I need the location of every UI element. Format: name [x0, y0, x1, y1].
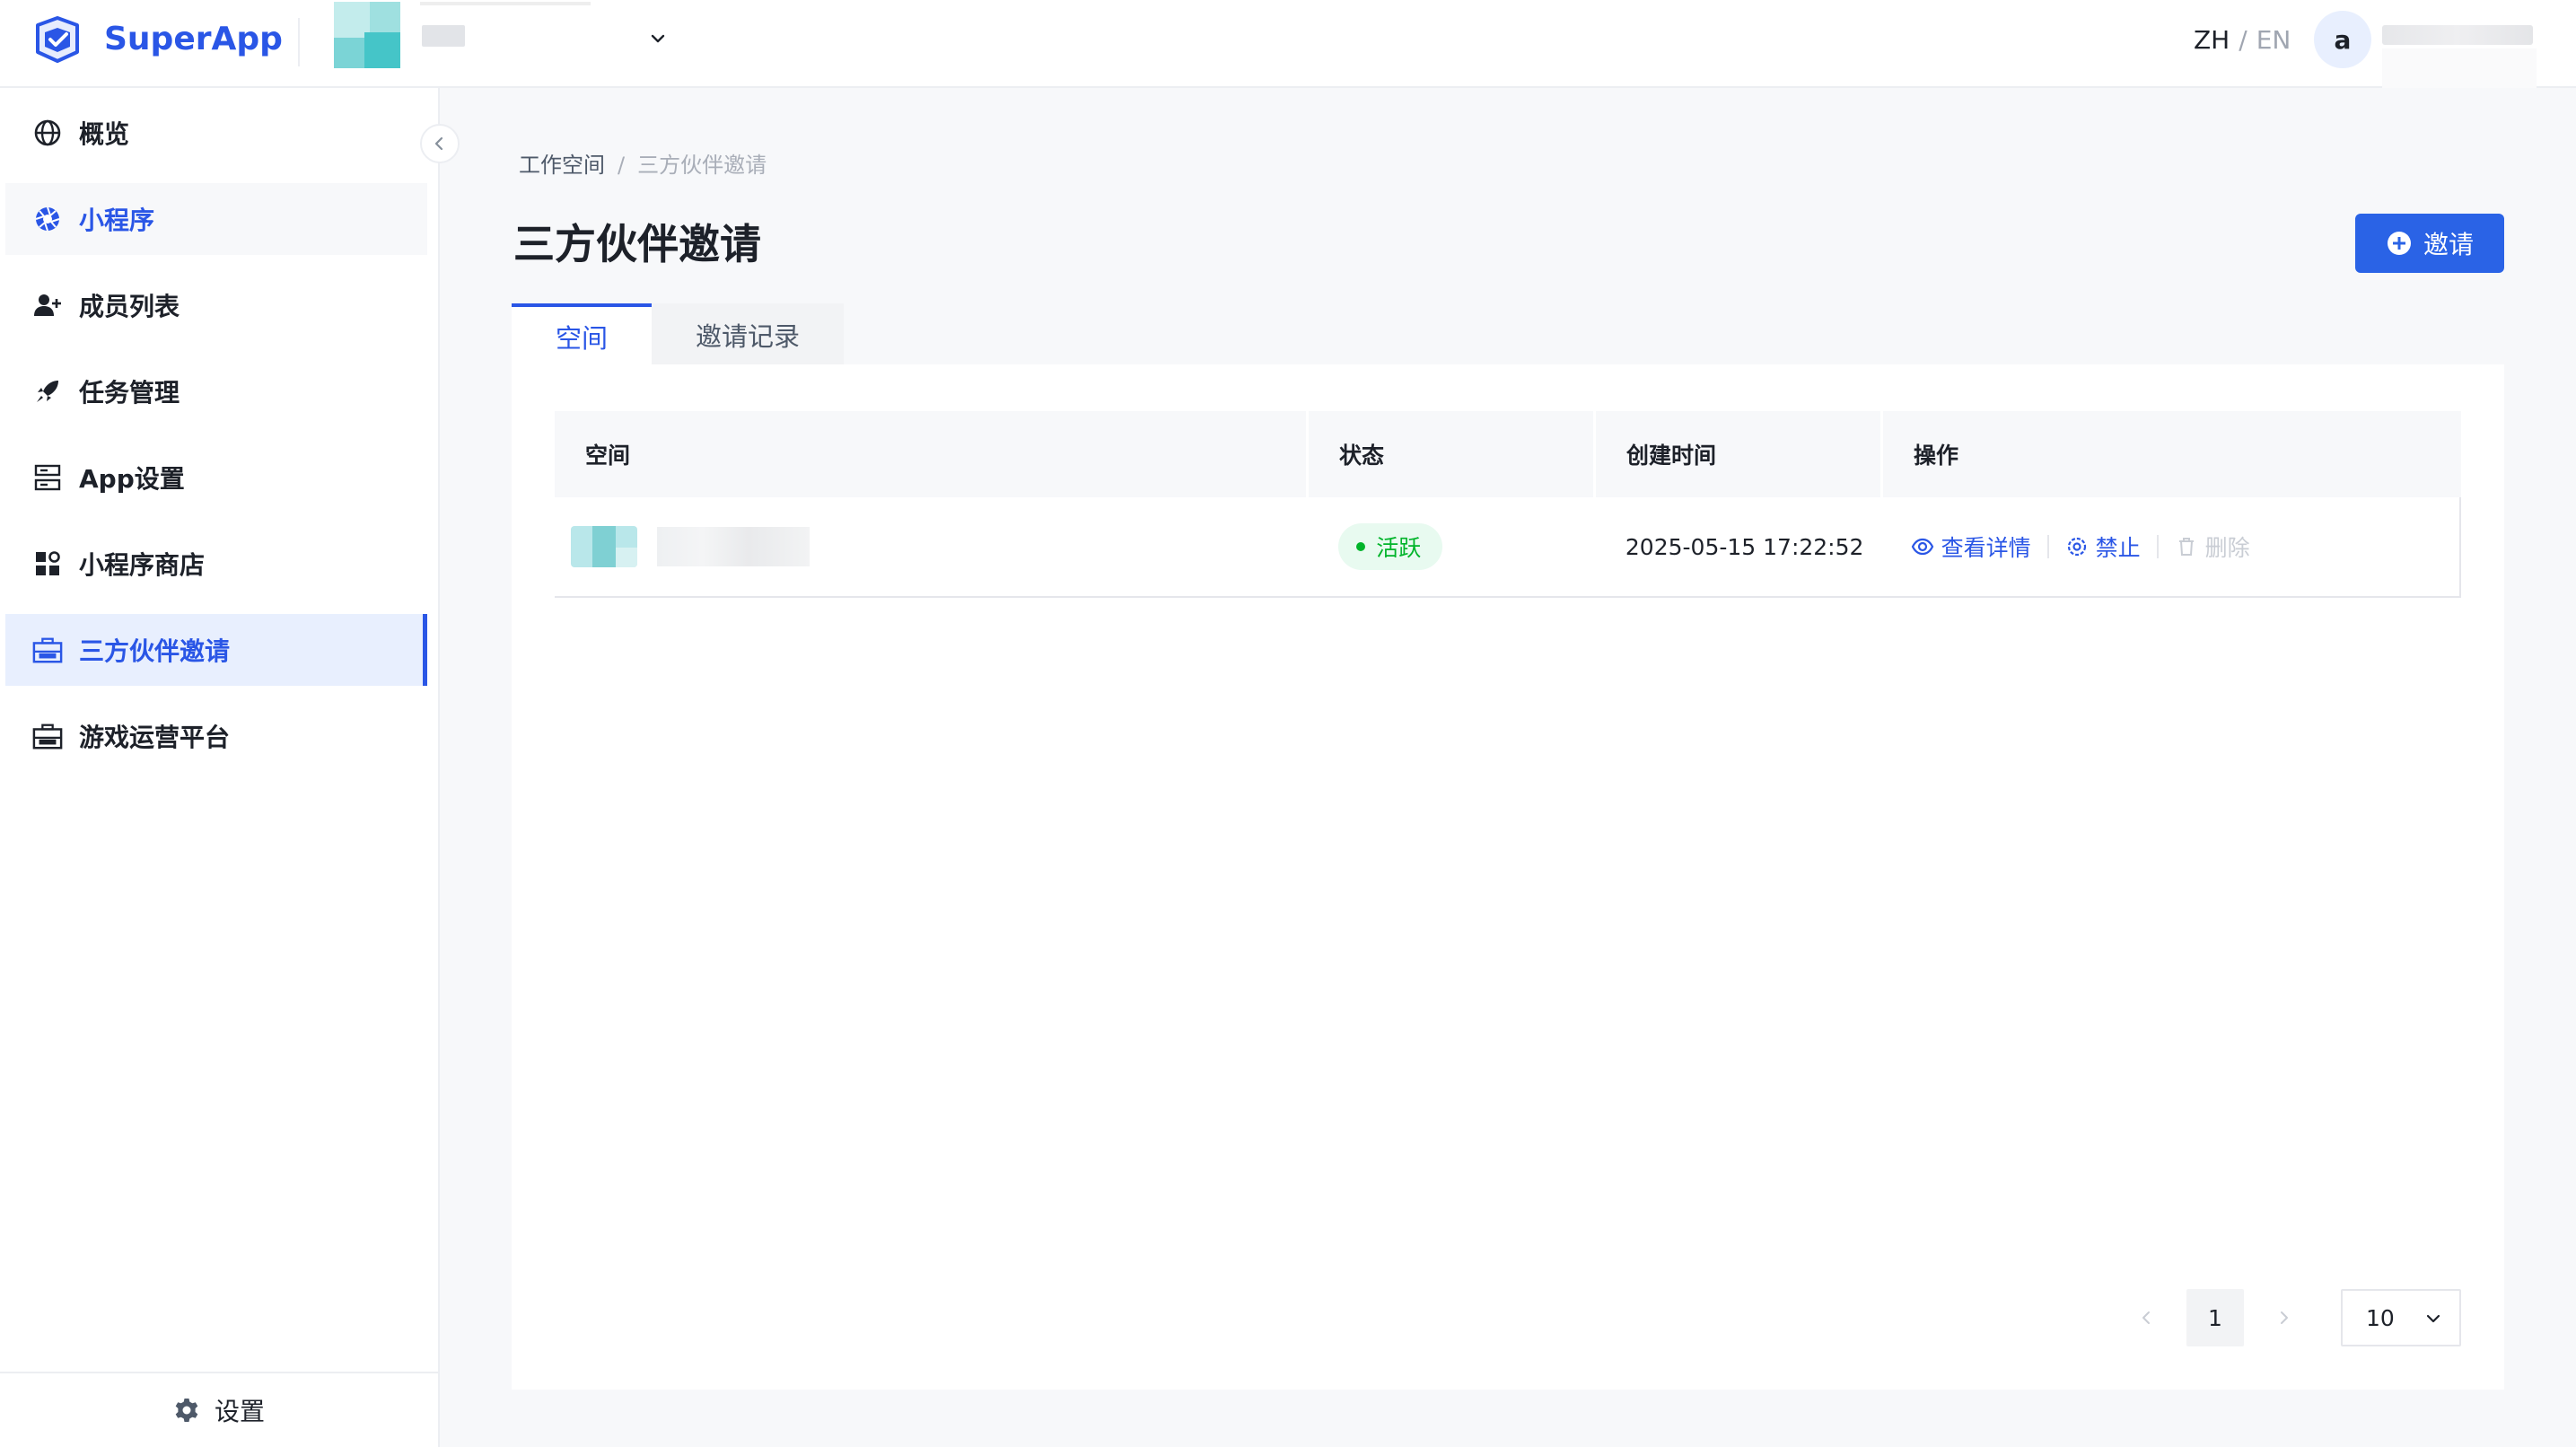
table-header: 空间 状态 创建时间 操作	[555, 411, 2461, 497]
user-add-icon	[32, 290, 63, 320]
chevron-left-icon	[2142, 1311, 2150, 1324]
sidebar-item-overview[interactable]: 概览	[5, 97, 427, 169]
workspace-blur	[420, 2, 591, 5]
tab-spaces[interactable]: 空间	[512, 303, 652, 366]
breadcrumb: 工作空间 / 三方伙伴邀请	[519, 151, 767, 180]
chevron-right-icon	[2281, 1311, 2288, 1324]
lang-zh[interactable]: ZH	[2194, 25, 2230, 55]
invite-button-label: 邀请	[2423, 231, 2474, 259]
sidebar-item-label: 小程序	[79, 206, 155, 235]
table-row: 活跃 2025-05-15 17:22:52 查看详情 禁止 删除	[555, 497, 2461, 598]
column-header-actions: 操作	[1914, 443, 1959, 469]
plus-circle-icon	[2387, 232, 2411, 255]
gear-icon	[175, 1399, 198, 1422]
space-cell	[555, 497, 1308, 596]
action-divider	[2156, 535, 2159, 558]
workspace-name-redacted	[422, 25, 465, 47]
trash-icon	[2178, 538, 2194, 556]
page-title: 三方伙伴邀请	[513, 220, 761, 268]
ban-link[interactable]: 禁止	[2065, 531, 2141, 563]
briefcase-icon	[32, 721, 63, 751]
user-name-redacted[interactable]	[2382, 25, 2533, 45]
chevron-left-icon	[434, 136, 443, 151]
pagination: 1	[2118, 1289, 2312, 1346]
breadcrumb-separator: /	[618, 153, 626, 178]
sidebar-item-label: 成员列表	[79, 292, 180, 321]
briefcase-icon	[32, 635, 63, 665]
collapse-sidebar-button[interactable]	[420, 124, 460, 163]
prev-page-button[interactable]	[2118, 1289, 2176, 1346]
created-at-cell: 2025-05-15 17:22:52	[1625, 533, 1864, 560]
lang-en[interactable]: EN	[2256, 25, 2291, 55]
user-blur	[2382, 48, 2537, 88]
actions-cell: 查看详情 禁止 删除	[1882, 497, 2459, 596]
rocket-icon	[32, 376, 63, 407]
ban-label: 禁止	[2095, 535, 2141, 561]
lang-separator: /	[2239, 25, 2247, 55]
sidebar-item-label: 小程序商店	[79, 550, 206, 580]
tab-bar: 空间 邀请记录	[512, 303, 844, 366]
status-cell: 活跃	[1308, 497, 1595, 596]
sidebar-item-label: App设置	[79, 464, 185, 494]
breadcrumb-current: 三方伙伴邀请	[637, 153, 767, 178]
sidebar-item-store[interactable]: 小程序商店	[5, 528, 427, 600]
server-icon	[32, 462, 63, 493]
space-name-redacted	[657, 527, 810, 566]
eye-icon	[1911, 538, 1933, 556]
sidebar-settings[interactable]: 设置	[0, 1372, 438, 1447]
sidebar-item-label: 任务管理	[79, 378, 180, 408]
next-page-button[interactable]	[2255, 1289, 2312, 1346]
globe-icon	[32, 118, 63, 148]
language-switcher: ZH / EN	[2194, 23, 2291, 57]
superapp-logo-icon[interactable]	[31, 13, 84, 66]
invite-button[interactable]: 邀请	[2355, 214, 2504, 273]
page-size-select[interactable]: 10	[2341, 1289, 2461, 1346]
page-number[interactable]: 1	[2186, 1289, 2244, 1346]
top-bar: SuperApp ZH / EN a	[0, 0, 2576, 88]
sidebar-item-miniprogram[interactable]: 小程序	[5, 183, 427, 255]
sidebar-settings-label: 设置	[214, 1397, 265, 1426]
status-label: 活跃	[1376, 535, 1422, 561]
tab-invite-records[interactable]: 邀请记录	[652, 303, 844, 366]
sidebar: 概览 小程序 成员列表 任务管理 App设置 小程序商店 三方伙伴邀请 游戏运营…	[0, 88, 440, 1447]
sidebar-item-tasks[interactable]: 任务管理	[5, 355, 427, 427]
status-badge: 活跃	[1338, 523, 1443, 570]
sidebar-item-label: 游戏运营平台	[79, 723, 231, 752]
breadcrumb-root[interactable]: 工作空间	[519, 153, 605, 178]
view-details-label: 查看详情	[1941, 535, 2031, 561]
apps-icon	[32, 548, 63, 579]
brand-name: SuperApp	[104, 21, 283, 57]
header-divider	[298, 18, 300, 66]
view-details-link[interactable]: 查看详情	[1911, 531, 2031, 563]
space-avatar	[571, 526, 637, 567]
sidebar-item-label: 三方伙伴邀请	[79, 636, 231, 666]
gear-icon	[2067, 537, 2086, 557]
action-divider	[2046, 535, 2049, 558]
user-avatar[interactable]: a	[2314, 11, 2371, 68]
spaces-table: 空间 状态 创建时间 操作 活跃 2025-05-15 17:22:52 查看详…	[555, 411, 2461, 598]
delete-link-disabled: 删除	[2175, 531, 2250, 563]
column-header-created-at: 创建时间	[1596, 411, 1883, 497]
workspace-switcher[interactable]	[334, 2, 675, 70]
workspace-avatar	[334, 2, 400, 68]
column-header-status: 状态	[1309, 411, 1596, 497]
page-size-value: 10	[2366, 1304, 2395, 1331]
sidebar-item-label: 概览	[79, 119, 130, 149]
column-header-space: 空间	[555, 411, 1309, 497]
status-dot-icon	[1356, 542, 1366, 551]
aperture-icon	[32, 204, 63, 234]
chevron-down-icon	[2426, 1314, 2440, 1323]
sidebar-item-app-settings[interactable]: App设置	[5, 442, 427, 513]
sidebar-item-partner-invite[interactable]: 三方伙伴邀请	[5, 614, 427, 686]
content-panel: 空间 状态 创建时间 操作 活跃 2025-05-15 17:22:52 查看详…	[512, 364, 2504, 1390]
sidebar-item-members[interactable]: 成员列表	[5, 269, 427, 341]
sidebar-item-game-ops[interactable]: 游戏运营平台	[5, 700, 427, 772]
chevron-down-icon[interactable]	[648, 29, 668, 48]
delete-label: 删除	[2204, 535, 2250, 561]
